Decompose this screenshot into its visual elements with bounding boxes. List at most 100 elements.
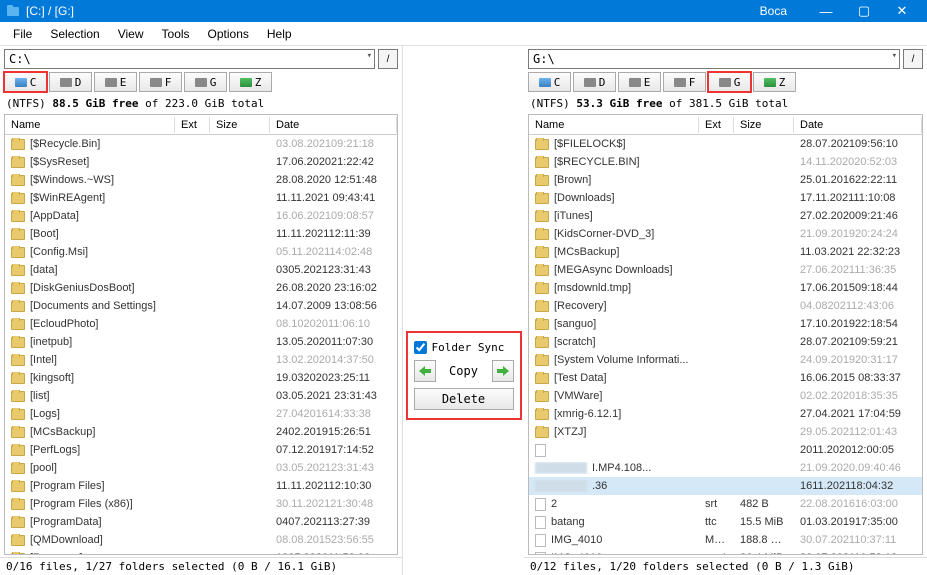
drive-button-g[interactable]: G (184, 72, 227, 92)
drive-button-f[interactable]: F (139, 72, 182, 92)
list-item[interactable]: [Intel]13.02.202014:37:50 (5, 351, 397, 369)
left-path-input[interactable]: C:\ ▾ (4, 49, 375, 69)
right-root-button[interactable]: / (903, 49, 923, 69)
list-item[interactable]: [DiskGeniusDosBoot]26.08.2020 23:16:02 (5, 279, 397, 297)
list-item[interactable]: [$SysReset]17.06.202021:22:42 (5, 153, 397, 171)
file-icon (535, 480, 587, 492)
left-status: 0/16 files, 1/27 folders selected (0 B /… (0, 557, 402, 575)
list-item[interactable]: [Config.Msi]05.11.202114:02:48 (5, 243, 397, 261)
list-item[interactable]: [list]03.05.2021 23:31:43 (5, 387, 397, 405)
list-item[interactable]: [Program Files]11.11.202112:10:30 (5, 477, 397, 495)
list-item[interactable]: batangttc15.5 MiB01.03.201917:35:00 (529, 513, 922, 531)
list-item[interactable]: [Recovery]04.08202112:43:06 (529, 297, 922, 315)
list-item[interactable]: [XTZJ]29.05.202112:01:43 (529, 423, 922, 441)
list-item[interactable]: [KidsCorner-DVD_3]21.09.201920:24:24 (529, 225, 922, 243)
drive-button-e[interactable]: E (618, 72, 661, 92)
folder-sync-check[interactable] (414, 341, 427, 354)
drive-button-d[interactable]: D (573, 72, 616, 92)
titlebar: [C:] / [G:] Boca — ▢ ✕ (0, 0, 927, 22)
drive-button-c[interactable]: C (4, 72, 47, 92)
drive-icon (764, 78, 776, 87)
menu-help[interactable]: Help (258, 24, 301, 44)
list-item[interactable]: IMG_4010mp486.4 MiB30.07.202110:53:13 (529, 549, 922, 554)
left-root-button[interactable]: / (378, 49, 398, 69)
list-item[interactable]: [$Recycle.Bin]03.08.202109:21:18 (5, 135, 397, 153)
list-item[interactable]: [sanguo]17.10.201922:18:54 (529, 315, 922, 333)
list-item[interactable]: 2011.202012:00:05 (529, 441, 922, 459)
list-item[interactable]: [msdownld.tmp]17.06.201509:18:44 (529, 279, 922, 297)
copy-left-button[interactable] (414, 360, 436, 382)
folder-sync-checkbox[interactable]: Folder Sync (414, 341, 514, 354)
folder-icon (11, 535, 25, 546)
list-item[interactable]: [Boot]11.11.202112:11:39 (5, 225, 397, 243)
list-item[interactable]: [MCsBackup]11.03.2021 22:32:23 (529, 243, 922, 261)
folder-icon (535, 355, 549, 366)
list-item[interactable]: [kingsoft]19.03202023:25:11 (5, 369, 397, 387)
list-item[interactable]: [$RECYCLE.BIN]14.11.202020:52:03 (529, 153, 922, 171)
left-drive-row: CDEFGZ (0, 72, 402, 95)
list-item[interactable]: [AppData]16.06.202109:08:57 (5, 207, 397, 225)
list-item[interactable]: [Brown]25.01.201622:22:11 (529, 171, 922, 189)
list-item[interactable]: [System Volume Informati...24.09.201920:… (529, 351, 922, 369)
left-column-header[interactable]: Name Ext Size Date (5, 115, 397, 135)
folder-icon (11, 517, 25, 528)
drive-button-d[interactable]: D (49, 72, 92, 92)
list-item[interactable]: IMG_4010MOV188.8 MiB30.07.202110:37:11 (529, 531, 922, 549)
maximize-button[interactable]: ▢ (845, 0, 883, 22)
folder-icon (535, 211, 549, 222)
list-item[interactable]: [data]0305.202123:31:43 (5, 261, 397, 279)
list-item[interactable]: [QMDownload]08.08.201523:56:55 (5, 531, 397, 549)
chevron-down-icon[interactable]: ▾ (367, 51, 372, 61)
drive-icon (629, 78, 641, 87)
copy-right-button[interactable] (492, 360, 514, 382)
right-fs-info: (NTFS) 53.3 GiB free of 381.5 GiB total (524, 95, 927, 112)
drive-button-z[interactable]: Z (229, 72, 272, 92)
left-file-list[interactable]: [$Recycle.Bin]03.08.202109:21:18[$SysRes… (5, 135, 397, 554)
list-item[interactable]: [iTunes]27.02.202009:21:46 (529, 207, 922, 225)
list-item[interactable]: I.MP4.108...21.09.2020.09:40:46 (529, 459, 922, 477)
drive-button-c[interactable]: C (528, 72, 571, 92)
list-item[interactable]: [$WinREAgent]11.11.2021 09:43:41 (5, 189, 397, 207)
menu-view[interactable]: View (109, 24, 153, 44)
list-item[interactable]: [ProgramData]0407.202113:27:39 (5, 513, 397, 531)
list-item[interactable]: [MCsBackup]2402.201915:26:51 (5, 423, 397, 441)
right-file-list[interactable]: [$FILELOCK$]28.07.202109:56:10[$RECYCLE.… (529, 135, 922, 554)
list-item[interactable]: [$FILELOCK$]28.07.202109:56:10 (529, 135, 922, 153)
list-item[interactable]: [Downloads]17.11.202111:10:08 (529, 189, 922, 207)
close-button[interactable]: ✕ (883, 0, 921, 22)
list-item[interactable]: [scratch]28.07.202109:59:21 (529, 333, 922, 351)
list-item[interactable]: [Test Data]16.06.2015 08:33:37 (529, 369, 922, 387)
list-item[interactable]: .361611.202118:04:32 (529, 477, 922, 495)
list-item[interactable]: [VMWare]02.02.202018:35:35 (529, 387, 922, 405)
list-item[interactable]: [pool]03.05.202123:31:43 (5, 459, 397, 477)
menu-file[interactable]: File (4, 24, 41, 44)
folder-icon (535, 409, 549, 420)
list-item[interactable]: [$Windows.~WS]28.08.2020 12:51:48 (5, 171, 397, 189)
right-path-text: G:\ (533, 52, 555, 66)
chevron-down-icon[interactable]: ▾ (892, 51, 897, 61)
right-column-header[interactable]: Name Ext Size Date (529, 115, 922, 135)
list-item[interactable]: [xmrig-6.12.1]27.04.2021 17:04:59 (529, 405, 922, 423)
list-item[interactable]: [inetpub]13.05.202011:07:30 (5, 333, 397, 351)
list-item[interactable]: [Program Files (x86)]30.11.202121:30:48 (5, 495, 397, 513)
list-item[interactable]: [EcloudPhoto]08.10202011:06:10 (5, 315, 397, 333)
list-item[interactable]: 2srt482 B22.08.201616:03:00 (529, 495, 922, 513)
drive-button-e[interactable]: E (94, 72, 137, 92)
drive-button-z[interactable]: Z (753, 72, 796, 92)
drive-button-g[interactable]: G (708, 72, 751, 92)
drive-button-f[interactable]: F (663, 72, 706, 92)
menu-tools[interactable]: Tools (153, 24, 199, 44)
list-item[interactable]: [Logs]27.04201614:33:38 (5, 405, 397, 423)
menu-options[interactable]: Options (199, 24, 258, 44)
list-item[interactable]: [PerfLogs]07.12.201917:14:52 (5, 441, 397, 459)
folder-icon (535, 301, 549, 312)
minimize-button[interactable]: — (807, 0, 845, 22)
delete-button[interactable]: Delete (414, 388, 514, 410)
list-item[interactable]: [MEGAsync Downloads]27.06.202111:36:35 (529, 261, 922, 279)
list-item[interactable]: [Documents and Settings]14.07.2009 13:08… (5, 297, 397, 315)
folder-icon (535, 391, 549, 402)
left-path-text: C:\ (9, 52, 31, 66)
right-path-input[interactable]: G:\ ▾ (528, 49, 900, 69)
list-item[interactable]: [Recovery]1305.202011:53:06 (5, 549, 397, 554)
menu-selection[interactable]: Selection (41, 24, 108, 44)
